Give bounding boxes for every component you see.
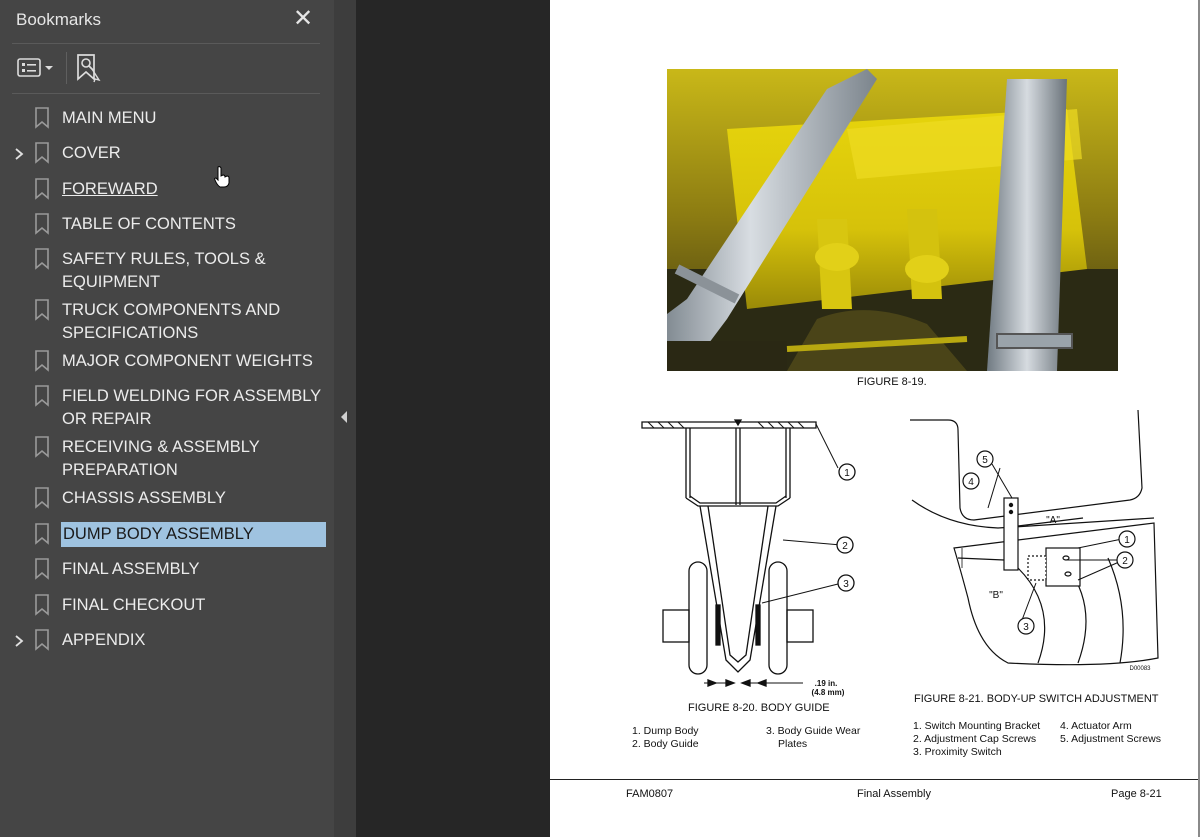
fig20-legend-3-cont: Plates: [778, 738, 808, 750]
list-options-icon: [17, 58, 53, 77]
callout-2: 2: [1122, 556, 1128, 567]
bookmark-icon: [35, 487, 49, 509]
fig20-legend-3: 3. Body Guide Wear: [766, 725, 861, 737]
bookmark-label: CHASSIS ASSEMBLY: [62, 489, 226, 507]
fig21-legend-5: 5. Adjustment Screws: [1060, 733, 1161, 745]
bookmark-icon: [35, 558, 49, 580]
options-button[interactable]: [16, 56, 56, 80]
dimension-label: .19 in.: [815, 679, 838, 688]
footer-page-number: Page 8-21: [1111, 788, 1162, 800]
find-bookmark-button[interactable]: [75, 53, 101, 83]
figure-8-21-drawing: 5 4 1 2 3 "A" "B" D00083: [910, 409, 1159, 672]
fig20-legend-2: 2. Body Guide: [632, 738, 699, 750]
fig21-legend-3: 3. Proximity Switch: [913, 746, 1002, 758]
callout-5: 5: [982, 455, 988, 466]
bookmark-label: FINAL ASSEMBLY: [62, 560, 200, 578]
bookmarks-panel: Bookmarks ✕ MAIN MENU COVER FOREWARD TABLE …: [0, 0, 347, 837]
bookmark-icon: [35, 629, 49, 651]
bookmark-label: FOREWARD: [62, 180, 158, 198]
figure-8-20-drawing: 1 2 3 .19 in. (4.8 mm): [641, 419, 856, 697]
dump-body-pivot-photo: [667, 69, 1118, 371]
bookmark-icon: [35, 350, 49, 372]
bookmark-label: COVER: [62, 144, 121, 162]
bookmark-label: SAFETY RULES, TOOLS & EQUIPMENT: [62, 250, 266, 291]
bookmark-label: APPENDIX: [62, 631, 146, 649]
bookmark-icon: [35, 594, 49, 616]
chevron-right-icon[interactable]: [12, 147, 26, 161]
drawing-number: D00083: [1129, 666, 1151, 672]
figure-8-19-caption: FIGURE 8-19.: [857, 376, 927, 388]
chevron-right-icon[interactable]: [12, 634, 26, 648]
viewer-gutter: [356, 0, 550, 837]
hand-pointer-icon: [214, 166, 230, 188]
figure-8-21-caption: FIGURE 8-21. BODY-UP SWITCH ADJUSTMENT: [914, 693, 1159, 705]
figure-8-19-photo: [667, 69, 1118, 371]
footer-section: Final Assembly: [857, 788, 931, 800]
bookmark-icon: [35, 436, 49, 458]
bookmark-label: TABLE OF CONTENTS: [62, 215, 236, 233]
dimension-a: "A": [1046, 515, 1060, 526]
bookmark-icon: [35, 213, 49, 235]
dimension-b: "B": [989, 590, 1003, 601]
fig21-legend-4: 4. Actuator Arm: [1060, 720, 1132, 732]
collapse-panel-handle[interactable]: [338, 408, 350, 426]
figure-8-20-caption: FIGURE 8-20. BODY GUIDE: [688, 702, 830, 714]
callout-1: 1: [1124, 535, 1130, 546]
bookmark-icon: [35, 385, 49, 407]
divider: [12, 43, 320, 44]
find-bookmark-icon: [77, 54, 101, 83]
close-panel-button[interactable]: ✕: [290, 6, 316, 32]
bookmark-label: DUMP BODY ASSEMBLY: [61, 522, 326, 547]
document-page: FIGURE 8-19. 1 2 3 .19 in. (4.8 mm) FIGU…: [550, 0, 1198, 837]
bookmark-label: FINAL CHECKOUT: [62, 596, 206, 614]
bookmark-icon: [35, 299, 49, 321]
bookmark-icon: [35, 248, 49, 270]
bookmark-icon: [35, 523, 49, 545]
toolbar-divider: [66, 52, 67, 84]
dimension-mm-label: (4.8 mm): [812, 688, 845, 697]
bookmark-icon: [35, 178, 49, 200]
footer-rule: [550, 779, 1198, 780]
triangle-left-icon: [341, 411, 347, 423]
bookmark-icon: [35, 107, 49, 129]
bookmark-label: MAIN MENU: [62, 109, 157, 127]
callout-1: 1: [844, 468, 850, 479]
callout-2: 2: [842, 541, 848, 552]
bookmark-label: FIELD WELDING FOR ASSEMBLY OR REPAIR: [62, 387, 321, 428]
bookmark-label: MAJOR COMPONENT WEIGHTS: [62, 352, 313, 370]
fig21-legend-1: 1. Switch Mounting Bracket: [913, 720, 1041, 732]
divider: [12, 93, 320, 94]
callout-3: 3: [843, 579, 849, 590]
footer-doc-id: FAM0807: [626, 788, 674, 800]
bookmark-label: RECEIVING & ASSEMBLY PREPARATION: [62, 438, 260, 479]
fig21-legend-2: 2. Adjustment Cap Screws: [913, 733, 1037, 745]
bookmark-label: TRUCK COMPONENTS AND SPECIFICATIONS: [62, 301, 281, 342]
callout-3: 3: [1023, 622, 1029, 633]
panel-title: Bookmarks: [16, 10, 102, 29]
bookmark-icon: [35, 142, 49, 164]
fig20-legend-1: 1. Dump Body: [632, 725, 699, 737]
callout-4: 4: [968, 477, 974, 488]
